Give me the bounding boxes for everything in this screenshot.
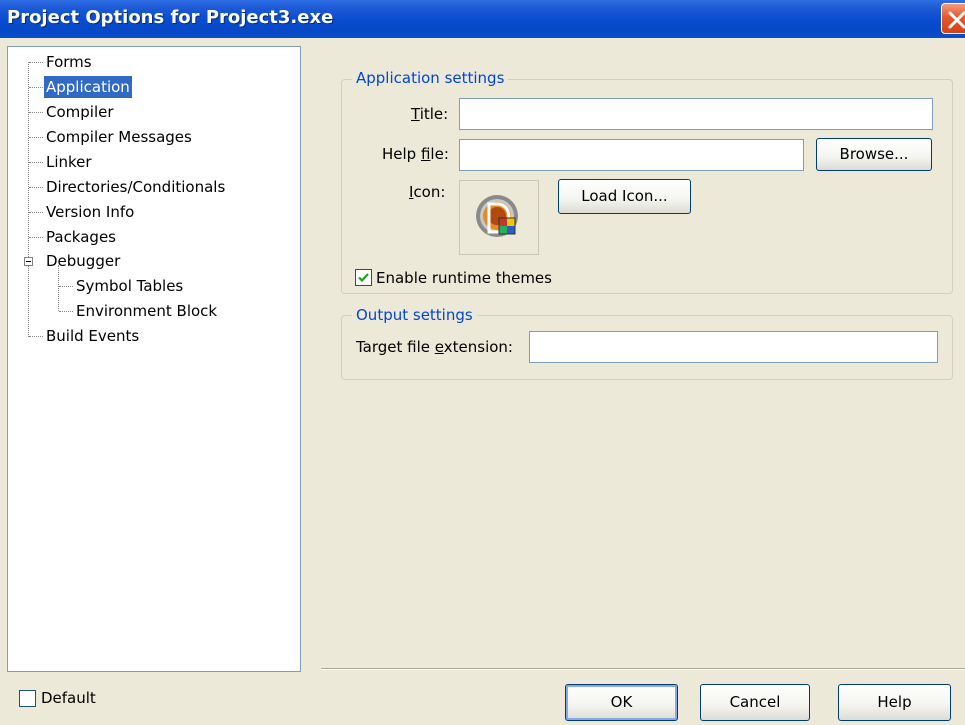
tree-line <box>29 112 43 113</box>
tree-item-application[interactable]: Application <box>44 76 132 98</box>
tree-line <box>29 87 43 88</box>
app-icon-preview <box>459 180 539 255</box>
runtime-themes-checkbox[interactable] <box>355 269 372 286</box>
tree-item-directories[interactable]: Directories/Conditionals <box>44 176 227 198</box>
tree-item-packages[interactable]: Packages <box>44 226 118 248</box>
help-file-label: Help file: <box>382 145 449 163</box>
tree-item-compiler-messages[interactable]: Compiler Messages <box>44 126 194 148</box>
collapse-debugger-icon[interactable] <box>24 257 33 266</box>
cancel-button[interactable]: Cancel <box>700 684 810 721</box>
tree-item-forms[interactable]: Forms <box>44 51 94 73</box>
tree-item-version-info[interactable]: Version Info <box>44 201 136 223</box>
icon-label: Icon: <box>409 183 446 201</box>
title-input[interactable] <box>459 98 933 130</box>
output-settings-title: Output settings <box>352 306 477 324</box>
tree-line <box>59 286 73 287</box>
close-button[interactable] <box>941 3 965 34</box>
default-checkbox[interactable] <box>19 690 36 707</box>
tree-line <box>29 187 43 188</box>
target-extension-input[interactable] <box>529 331 938 363</box>
load-icon-button[interactable]: Load Icon... <box>558 179 691 214</box>
title-bar: Project Options for Project3.exe <box>0 0 965 38</box>
tree-item-symbol-tables[interactable]: Symbol Tables <box>74 275 185 297</box>
tree-item-environment-block[interactable]: Environment Block <box>74 300 219 322</box>
tree-item-compiler[interactable]: Compiler <box>44 101 116 123</box>
tree-line <box>29 212 43 213</box>
tree-line <box>29 162 43 163</box>
runtime-themes-label[interactable]: Enable runtime themes <box>376 269 552 287</box>
title-label: Title: <box>411 105 449 123</box>
tree-item-debugger[interactable]: Debugger <box>44 250 122 272</box>
help-button[interactable]: Help <box>838 684 951 721</box>
tree-line <box>29 336 43 337</box>
tree-line <box>29 237 43 238</box>
tree-line <box>29 62 43 63</box>
delphi-app-icon <box>476 195 518 237</box>
footer-separator <box>321 668 965 670</box>
tree-line <box>28 62 29 337</box>
options-tree[interactable]: Forms Application Compiler Compiler Mess… <box>7 46 301 672</box>
window-title: Project Options for Project3.exe <box>7 7 334 28</box>
help-file-input[interactable] <box>459 139 804 171</box>
tree-item-linker[interactable]: Linker <box>44 151 94 173</box>
browse-button[interactable]: Browse... <box>816 138 932 171</box>
tree-item-build-events[interactable]: Build Events <box>44 325 141 347</box>
tree-line <box>29 137 43 138</box>
default-label[interactable]: Default <box>41 689 96 707</box>
target-extension-label: Target file extension: <box>356 338 513 356</box>
checkmark-icon <box>358 273 369 283</box>
close-icon <box>948 11 965 29</box>
application-settings-title: Application settings <box>352 69 509 87</box>
ok-button[interactable]: OK <box>565 684 678 721</box>
tree-line <box>59 311 73 312</box>
